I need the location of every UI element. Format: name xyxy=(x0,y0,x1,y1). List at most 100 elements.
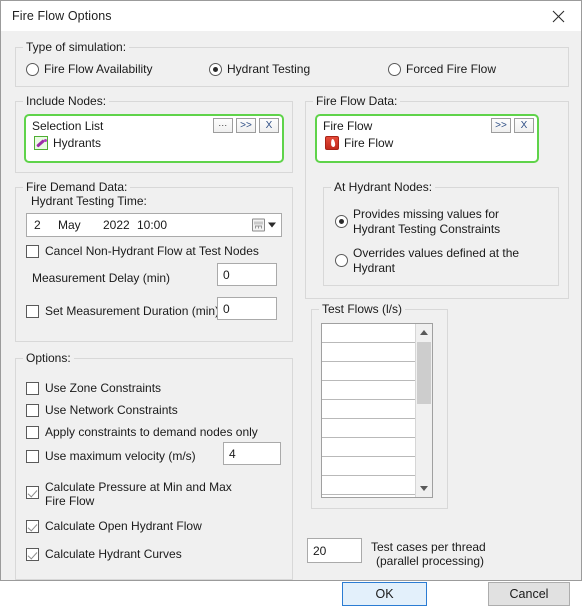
scrollbar-thumb[interactable] xyxy=(417,342,431,404)
browse-button[interactable]: ... xyxy=(213,118,233,133)
table-row[interactable] xyxy=(322,362,415,381)
scroll-up-icon xyxy=(420,330,428,335)
table-row[interactable] xyxy=(322,419,415,438)
test-flows-list[interactable] xyxy=(321,323,433,498)
add-selection-button[interactable]: >> xyxy=(236,118,256,133)
checkbox-label: Use maximum velocity (m/s) xyxy=(45,449,196,463)
checkbox-indicator xyxy=(26,450,39,463)
checkbox-label: Use Zone Constraints xyxy=(45,381,162,395)
measurement-delay-label: Measurement Delay (min) xyxy=(32,271,171,285)
close-window-button[interactable] xyxy=(536,1,581,31)
checkbox-label: Cancel Non-Hydrant Flow at Test Nodes xyxy=(45,244,259,258)
date-year: 2022 xyxy=(103,218,130,232)
checkbox-label: Calculate Hydrant Curves xyxy=(45,547,182,561)
date-day: 2 xyxy=(34,218,41,232)
checkbox-indicator xyxy=(26,486,39,499)
checkbox-label: Calculate Pressure at Min and Max Fire F… xyxy=(45,480,232,508)
checkbox-indicator xyxy=(26,404,39,417)
radio-forced-fire-flow[interactable]: Forced Fire Flow xyxy=(388,62,496,76)
date-month: May xyxy=(58,218,81,232)
checkbox-apply-constraints-demand-nodes[interactable]: Apply constraints to demand nodes only xyxy=(26,425,258,439)
radio-label: Provides missing values for Hydrant Test… xyxy=(353,207,501,236)
checkbox-use-maximum-velocity[interactable]: Use maximum velocity (m/s) xyxy=(26,449,196,463)
radio-overrides-values[interactable]: Overrides values defined at the Hydrant xyxy=(335,246,551,276)
cancel-button[interactable]: Cancel xyxy=(488,582,570,606)
table-row[interactable] xyxy=(322,400,415,419)
checkbox-use-network-constraints[interactable]: Use Network Constraints xyxy=(26,403,178,417)
title-bar: Fire Flow Options xyxy=(1,1,581,31)
radio-label: Forced Fire Flow xyxy=(406,62,497,76)
radio-indicator xyxy=(335,215,348,228)
fire-flow-icon xyxy=(325,136,339,150)
selection-list-title: Selection List xyxy=(32,118,104,133)
test-cases-per-thread-label-line2: (parallel processing) xyxy=(376,554,485,568)
radio-fire-flow-availability[interactable]: Fire Flow Availability xyxy=(26,62,152,76)
options-legend: Options: xyxy=(23,351,74,365)
selection-list-header: Selection List ... >> X xyxy=(26,116,282,135)
radio-indicator xyxy=(388,62,401,76)
radio-indicator xyxy=(26,62,39,76)
test-flows-scrollbar[interactable] xyxy=(415,324,432,497)
table-row[interactable] xyxy=(322,343,415,362)
radio-provides-missing-values[interactable]: Provides missing values for Hydrant Test… xyxy=(335,207,551,237)
hydrant-testing-time-field[interactable]: 2 May 2022 10:00 xyxy=(26,213,282,237)
checkbox-set-measurement-duration[interactable]: Set Measurement Duration (min) xyxy=(26,304,219,318)
fire-flow-pane[interactable]: Fire Flow >> X Fire Flow xyxy=(315,114,539,163)
fire-flow-pane-header: Fire Flow >> X xyxy=(317,116,537,135)
fire-flow-item[interactable]: Fire Flow xyxy=(317,136,537,150)
test-cases-per-thread-input[interactable]: 20 xyxy=(307,538,362,563)
checkbox-calculate-pressure-min-max[interactable]: Calculate Pressure at Min and Max Fire F… xyxy=(26,480,276,508)
radio-hydrant-testing[interactable]: Hydrant Testing xyxy=(209,62,310,76)
selection-list-item[interactable]: Hydrants xyxy=(26,136,282,150)
fire-flow-pane-buttons: >> X xyxy=(491,118,534,133)
table-row[interactable] xyxy=(322,438,415,457)
fire-flow-data-legend: Fire Flow Data: xyxy=(313,94,401,108)
selection-list-buttons: ... >> X xyxy=(213,118,279,133)
checkbox-calculate-open-hydrant-flow[interactable]: Calculate Open Hydrant Flow xyxy=(26,519,202,533)
hydrant-testing-time-label: Hydrant Testing Time: xyxy=(31,194,147,208)
close-icon xyxy=(552,10,565,22)
hydrant-selection-icon xyxy=(34,136,48,150)
ok-button[interactable]: OK xyxy=(342,582,427,606)
dialog-body: Type of simulation: Fire Flow Availabili… xyxy=(1,31,581,606)
radio-indicator xyxy=(209,62,222,76)
checkbox-indicator xyxy=(26,382,39,395)
test-cases-per-thread-label-line1: Test cases per thread xyxy=(371,540,486,554)
checkbox-use-zone-constraints[interactable]: Use Zone Constraints xyxy=(26,381,161,395)
selection-list-item-label: Hydrants xyxy=(53,136,102,150)
scroll-down-button[interactable] xyxy=(416,480,432,497)
test-flows-legend: Test Flows (l/s) xyxy=(319,302,406,316)
calendar-icon xyxy=(252,218,265,232)
maximum-velocity-input[interactable]: 4 xyxy=(223,442,281,465)
table-row[interactable] xyxy=(322,457,415,476)
table-row[interactable] xyxy=(322,324,415,343)
checkbox-indicator xyxy=(26,520,39,533)
checkbox-calculate-hydrant-curves[interactable]: Calculate Hydrant Curves xyxy=(26,547,182,561)
clear-selection-button[interactable]: X xyxy=(259,118,279,133)
checkbox-indicator xyxy=(26,245,39,258)
fire-flow-pane-title: Fire Flow xyxy=(323,118,373,133)
table-row[interactable] xyxy=(322,381,415,400)
measurement-duration-input[interactable]: 0 xyxy=(217,297,277,320)
fire-flow-options-dialog: Fire Flow Options Type of simulation: Fi… xyxy=(0,0,582,606)
measurement-delay-input[interactable]: 0 xyxy=(217,263,277,286)
scroll-down-icon xyxy=(420,486,428,491)
fire-flow-item-label: Fire Flow xyxy=(344,136,394,150)
table-row[interactable] xyxy=(322,495,415,497)
checkbox-label: Apply constraints to demand nodes only xyxy=(45,425,258,439)
test-flows-rows[interactable] xyxy=(322,324,415,497)
checkbox-indicator xyxy=(26,426,39,439)
scroll-up-button[interactable] xyxy=(416,324,432,341)
checkbox-label: Use Network Constraints xyxy=(45,403,178,417)
radio-indicator xyxy=(335,254,348,267)
add-fire-flow-button[interactable]: >> xyxy=(491,118,511,133)
checkbox-cancel-non-hydrant-flow[interactable]: Cancel Non-Hydrant Flow at Test Nodes xyxy=(26,244,259,258)
chevron-down-icon[interactable] xyxy=(268,222,276,228)
include-nodes-legend: Include Nodes: xyxy=(23,94,110,108)
selection-list-pane[interactable]: Selection List ... >> X Hydrants xyxy=(24,114,284,163)
radio-label: Overrides values defined at the Hydrant xyxy=(353,246,520,275)
radio-label: Fire Flow Availability xyxy=(44,62,153,76)
clear-fire-flow-button[interactable]: X xyxy=(514,118,534,133)
table-row[interactable] xyxy=(322,476,415,495)
window-title: Fire Flow Options xyxy=(12,9,112,23)
